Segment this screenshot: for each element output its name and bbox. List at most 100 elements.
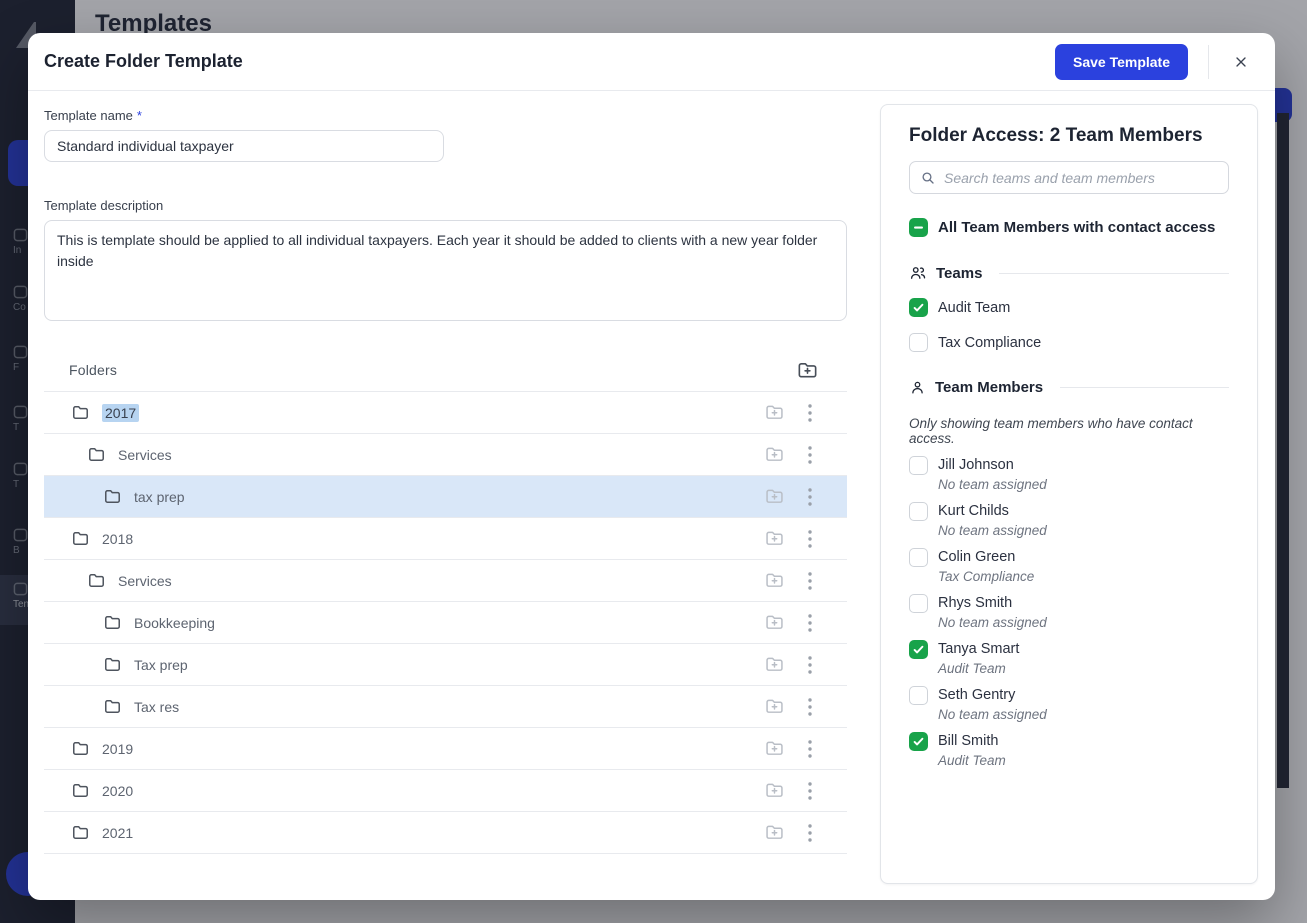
folder-icon [87,571,106,590]
member-block: Seth Gentry No team assigned [909,686,1229,722]
folder-plus-icon [764,570,785,591]
template-description-label: Template description [44,198,847,213]
member-name: Rhys Smith [938,594,1012,613]
folder-menu-button[interactable] [807,445,813,465]
folder-access-title: Folder Access: 2 Team Members [909,125,1229,147]
folder-name: 2017 [102,404,139,422]
template-name-label-text: Template name [44,108,133,123]
team-members-header-label: Team Members [935,379,1043,396]
member-checkbox[interactable] [909,548,928,567]
folder-menu-button[interactable] [807,697,813,717]
folder-plus-icon [764,780,785,801]
member-row: Rhys Smith [909,594,1229,613]
folder-name: Services [118,573,172,589]
folder-row[interactable]: tax prep [44,476,847,518]
kebab-icon [807,487,813,507]
kebab-icon [807,403,813,423]
save-template-button[interactable]: Save Template [1055,44,1188,80]
member-team: Audit Team [938,753,1229,768]
folder-row[interactable]: Services [44,434,847,476]
add-subfolder-button[interactable] [764,402,785,423]
all-team-members-label: All Team Members with contact access [938,219,1215,236]
folder-icon [71,823,90,842]
member-team: Audit Team [938,661,1229,676]
add-subfolder-button[interactable] [764,822,785,843]
folder-plus-icon [764,528,785,549]
folder-row[interactable]: 2020 [44,770,847,812]
folder-menu-button[interactable] [807,823,813,843]
folder-menu-button[interactable] [807,781,813,801]
member-block: Rhys Smith No team assigned [909,594,1229,630]
folder-row[interactable]: 2018 [44,518,847,560]
folder-plus-icon [764,654,785,675]
folder-plus-icon [764,444,785,465]
member-checkbox[interactable] [909,456,928,475]
folder-row[interactable]: 2019 [44,728,847,770]
template-name-label: Template name * [44,108,847,123]
member-name: Tanya Smart [938,640,1019,659]
member-row: Kurt Childs [909,502,1229,521]
kebab-icon [807,571,813,591]
folders-section: Folders 2017 [44,349,847,854]
add-subfolder-button[interactable] [764,528,785,549]
team-name: Audit Team [938,300,1010,316]
folder-menu-button[interactable] [807,571,813,591]
member-checkbox[interactable] [909,594,928,613]
kebab-icon [807,697,813,717]
folder-menu-button[interactable] [807,613,813,633]
folder-name: Services [118,447,172,463]
folder-row[interactable]: Tax res [44,686,847,728]
member-checkbox[interactable] [909,686,928,705]
folder-name: 2019 [102,741,133,757]
template-form: Template name * Template description Thi… [44,91,847,854]
template-description-textarea[interactable]: This is template should be applied to al… [44,220,847,321]
add-subfolder-button[interactable] [764,654,785,675]
folder-row[interactable]: Services [44,560,847,602]
folder-name: 2020 [102,783,133,799]
access-search-input[interactable] [944,170,1218,186]
access-search-box [909,161,1229,194]
add-subfolder-button[interactable] [764,612,785,633]
member-name: Jill Johnson [938,456,1014,475]
kebab-icon [807,445,813,465]
team-checkbox[interactable] [909,298,928,317]
member-checkbox[interactable] [909,640,928,659]
folders-header-label: Folders [69,362,117,378]
kebab-icon [807,823,813,843]
add-subfolder-button[interactable] [764,570,785,591]
folder-menu-button[interactable] [807,655,813,675]
folder-name: Tax res [134,699,179,715]
folder-plus-icon [796,359,819,382]
close-button[interactable] [1229,50,1253,74]
add-subfolder-button[interactable] [764,738,785,759]
folder-menu-button[interactable] [807,739,813,759]
folder-row[interactable]: Tax prep [44,644,847,686]
add-subfolder-button[interactable] [764,486,785,507]
team-checkbox[interactable] [909,333,928,352]
person-icon [909,379,926,396]
folder-row[interactable]: 2021 [44,812,847,854]
team-row: Audit Team [909,298,1229,317]
add-subfolder-button[interactable] [764,696,785,717]
template-description-label-text: Template description [44,198,163,213]
folder-menu-button[interactable] [807,403,813,423]
kebab-icon [807,781,813,801]
add-root-folder-button[interactable] [796,359,819,382]
member-checkbox[interactable] [909,732,928,751]
folder-name: tax prep [134,489,185,505]
folder-menu-button[interactable] [807,487,813,507]
modal-header: Create Folder Template Save Template [28,33,1275,91]
member-row: Jill Johnson [909,456,1229,475]
members-note: Only showing team members who have conta… [909,416,1229,446]
member-checkbox[interactable] [909,502,928,521]
folder-plus-icon [764,402,785,423]
template-name-input[interactable] [44,130,444,162]
folder-row[interactable]: Bookkeeping [44,602,847,644]
folder-menu-button[interactable] [807,529,813,549]
all-team-members-checkbox[interactable] [909,218,928,237]
kebab-icon [807,655,813,675]
add-subfolder-button[interactable] [764,780,785,801]
folder-row[interactable]: 2017 [44,392,847,434]
folder-icon [87,445,106,464]
add-subfolder-button[interactable] [764,444,785,465]
